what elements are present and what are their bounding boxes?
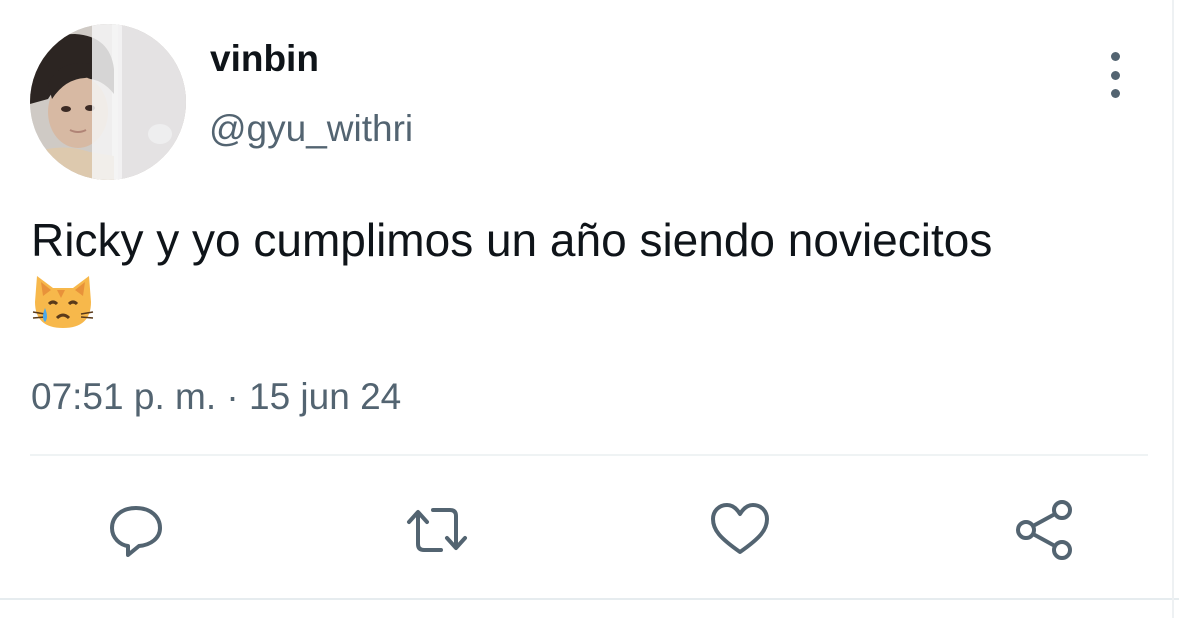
bottom-divider	[0, 598, 1179, 600]
tweet-card: vinbin @gyu_withri Ricky y yo cumplimos …	[0, 0, 1179, 618]
more-dot-icon	[1110, 89, 1120, 98]
more-options-button[interactable]	[1098, 52, 1132, 98]
like-button[interactable]	[700, 490, 780, 570]
like-icon	[711, 503, 769, 554]
avatar[interactable]	[30, 24, 186, 180]
divider	[30, 454, 1148, 456]
reply-button[interactable]	[96, 490, 176, 570]
retweet-button[interactable]	[397, 490, 477, 570]
share-button[interactable]	[1004, 490, 1084, 570]
tweet-timestamp[interactable]: 07:51 p. m. · 15 jun 24	[31, 378, 401, 415]
action-bar	[0, 490, 1179, 570]
display-name[interactable]: vinbin	[210, 40, 319, 77]
more-dot-icon	[1110, 52, 1120, 61]
tweet-text: Ricky y yo cumplimos un año siendo novie…	[31, 214, 993, 266]
retweet-icon	[407, 508, 467, 552]
tweet-body: Ricky y yo cumplimos un año siendo novie…	[31, 212, 1171, 332]
more-dot-icon	[1110, 70, 1120, 80]
crying-cat-face-icon	[32, 276, 94, 328]
avatar-photo	[30, 24, 186, 180]
share-icon	[1016, 500, 1072, 560]
reply-icon	[110, 506, 162, 557]
user-handle[interactable]: @gyu_withri	[209, 110, 413, 147]
right-border	[1172, 0, 1174, 618]
